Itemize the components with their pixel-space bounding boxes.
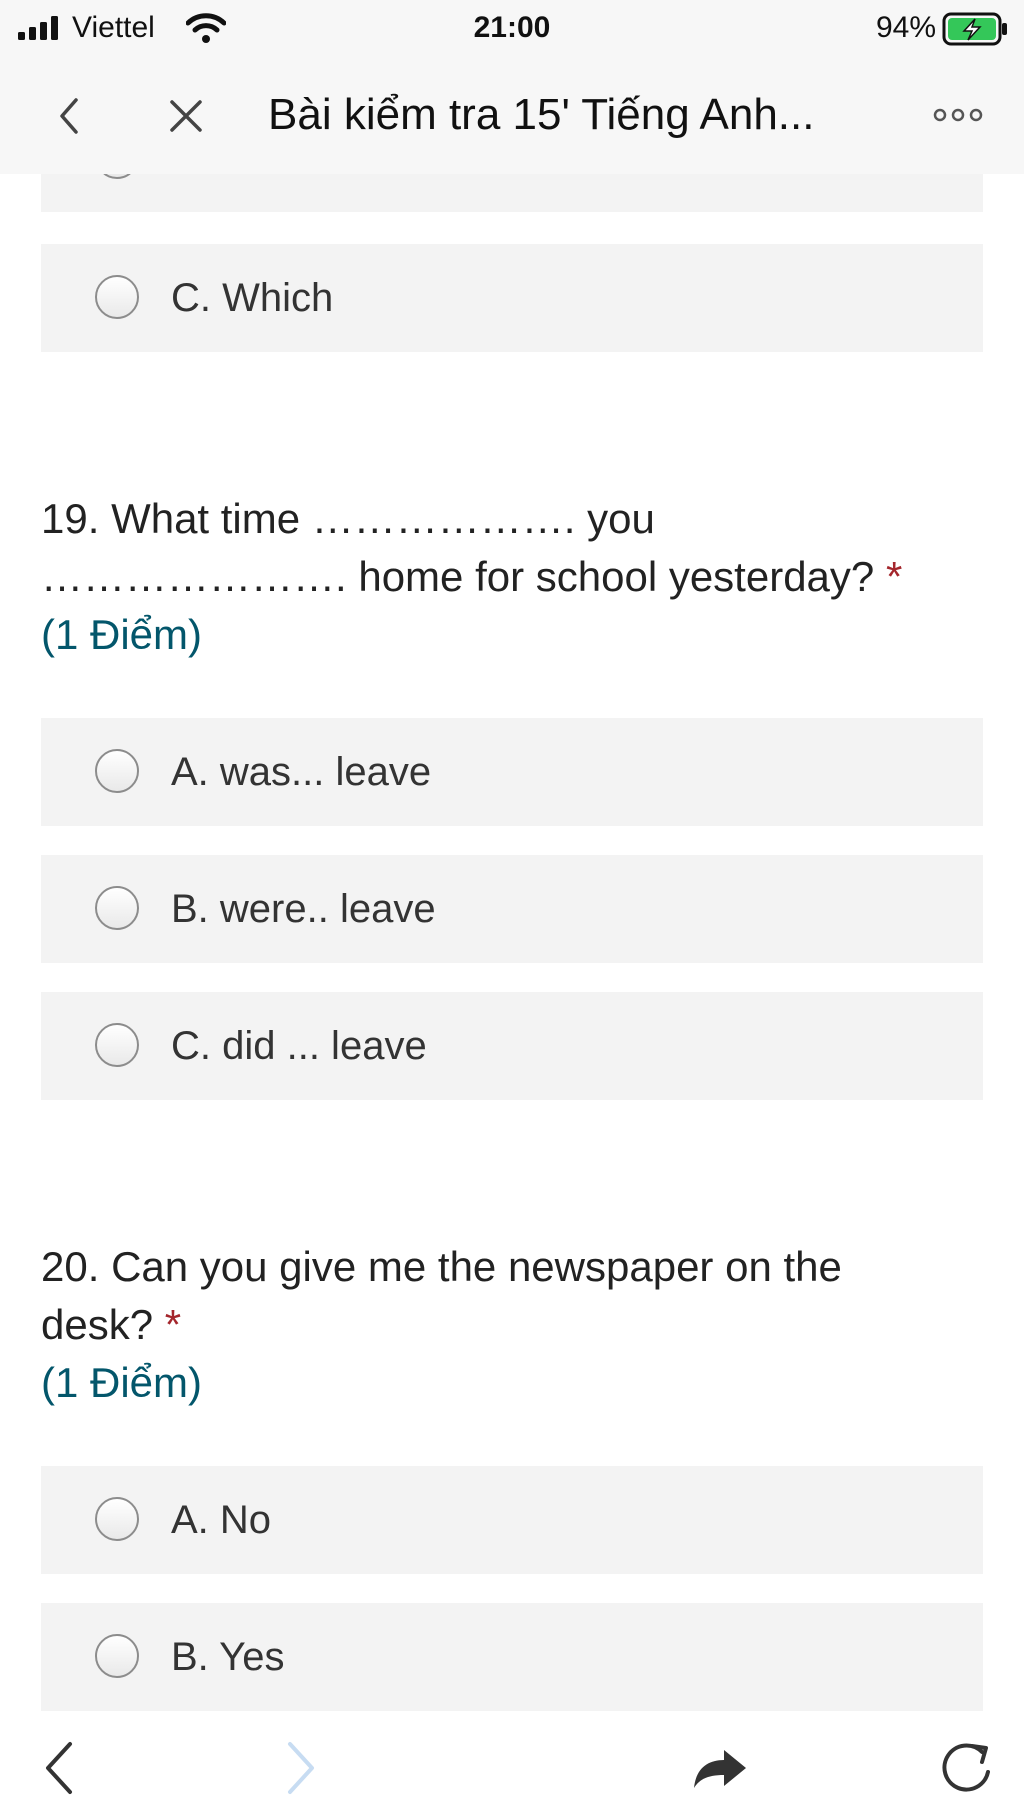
- option-label: C. Which: [171, 276, 334, 320]
- q19-option-a[interactable]: A. was... leave: [41, 718, 983, 826]
- radio-button[interactable]: [95, 749, 139, 793]
- q20-option-a[interactable]: A. No: [41, 1466, 983, 1574]
- status-time: 21:00: [473, 11, 551, 44]
- status-bar: Viettel 21:00 94%: [0, 0, 1024, 58]
- q19-option-c[interactable]: C. did ... leave: [41, 992, 983, 1100]
- forward-arrow-icon[interactable]: [270, 1738, 330, 1798]
- radio-button[interactable]: [95, 1497, 139, 1541]
- radio-button[interactable]: [95, 1023, 139, 1067]
- required-marker: *: [164, 1301, 182, 1348]
- more-icon[interactable]: [932, 102, 984, 128]
- previous-option-c[interactable]: C. Which: [41, 244, 983, 352]
- option-label: B. Yes: [171, 1635, 285, 1679]
- question-text-line-2: …………………. home for school yesterday?: [41, 553, 875, 600]
- question-text-line-1: What time ………………. you: [111, 495, 655, 542]
- q20-option-b[interactable]: B. Yes: [41, 1603, 983, 1711]
- question-points: (1 Điểm): [41, 1359, 203, 1406]
- option-label: A. No: [171, 1498, 272, 1542]
- radio-button[interactable]: [95, 1634, 139, 1678]
- question-text-line-1: Can you give me the newspaper on the: [111, 1243, 842, 1290]
- battery-percentage: 94%: [875, 11, 936, 44]
- reload-icon[interactable]: [936, 1738, 996, 1798]
- question-20-text: 20. Can you give me the newspaper on the…: [41, 1238, 991, 1412]
- page-title: Bài kiểm tra 15' Tiếng Anh...: [268, 90, 815, 139]
- option-label: B. were.. leave: [171, 887, 436, 931]
- radio-button[interactable]: [95, 275, 139, 319]
- radio-button[interactable]: [95, 886, 139, 930]
- back-arrow-icon[interactable]: [30, 1738, 90, 1798]
- question-text-line-2: desk?: [41, 1301, 154, 1348]
- required-marker: *: [885, 553, 903, 600]
- question-points: (1 Điểm): [41, 611, 203, 658]
- close-icon[interactable]: [166, 96, 206, 136]
- question-number: 20.: [41, 1243, 100, 1290]
- option-label: C. did ... leave: [171, 1024, 427, 1068]
- question-19-text: 19. What time ………………. you …………………. home …: [41, 490, 991, 664]
- q19-option-b[interactable]: B. were.. leave: [41, 855, 983, 963]
- question-number: 19.: [41, 495, 100, 542]
- browser-toolbar: [0, 1712, 1024, 1820]
- screen: Viettel 21:00 94% Bài kiểm tra 15' Tiếng…: [0, 0, 1024, 1820]
- option-label: A. was... leave: [171, 750, 432, 794]
- chevron-left-icon[interactable]: [50, 96, 90, 136]
- share-icon[interactable]: [690, 1738, 750, 1798]
- navigation-bar: Bài kiểm tra 15' Tiếng Anh...: [0, 58, 1024, 174]
- battery-charging-icon: [942, 12, 1007, 46]
